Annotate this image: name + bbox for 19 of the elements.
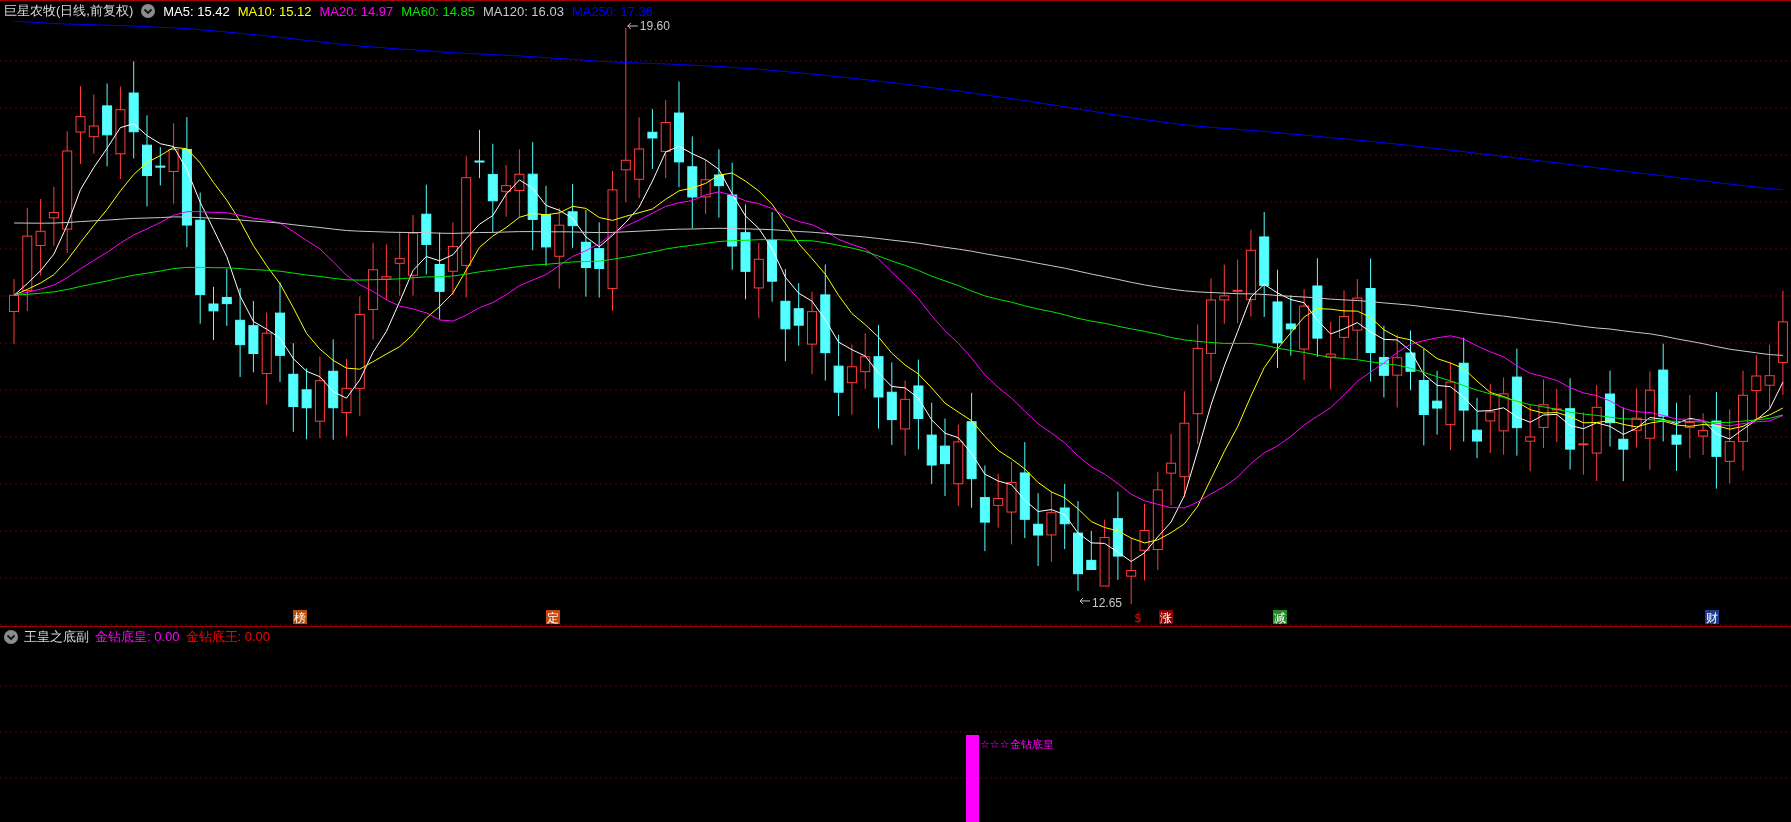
indicator-title: 王皇之底副 <box>24 628 89 646</box>
indicator-legend-value: 金钻底皇: 0.00 <box>95 628 180 646</box>
ma-legend-value: MA250: 17.36 <box>571 3 653 19</box>
ma-legend-value: MA20: 14.97 <box>319 3 394 19</box>
signal-tag: 财 <box>1705 610 1719 625</box>
ma-legend-value: MA60: 14.85 <box>401 3 475 19</box>
ma-legend-value: MA120: 16.03 <box>482 3 564 19</box>
price-label: 19.60 <box>627 21 670 33</box>
chart-title: 巨星农牧(日线,前复权) <box>4 2 134 20</box>
signal-tag: 涨 <box>1159 610 1173 625</box>
price-label: 12.65 <box>1079 595 1123 610</box>
indicator-legend-value: 金钻底王: 0.00 <box>185 628 271 646</box>
signal-tag: 减 <box>1273 610 1287 625</box>
signal-tag: 榜 <box>293 610 307 625</box>
signal-label: ☆☆☆金钻底皇 <box>980 738 1054 751</box>
ma-legend-value: MA10: 15.12 <box>237 3 312 19</box>
signal-tag: $ <box>1134 611 1142 625</box>
signal-tag: 定 <box>546 610 560 625</box>
ma-legend-value: MA5: 15.42 <box>163 3 230 19</box>
